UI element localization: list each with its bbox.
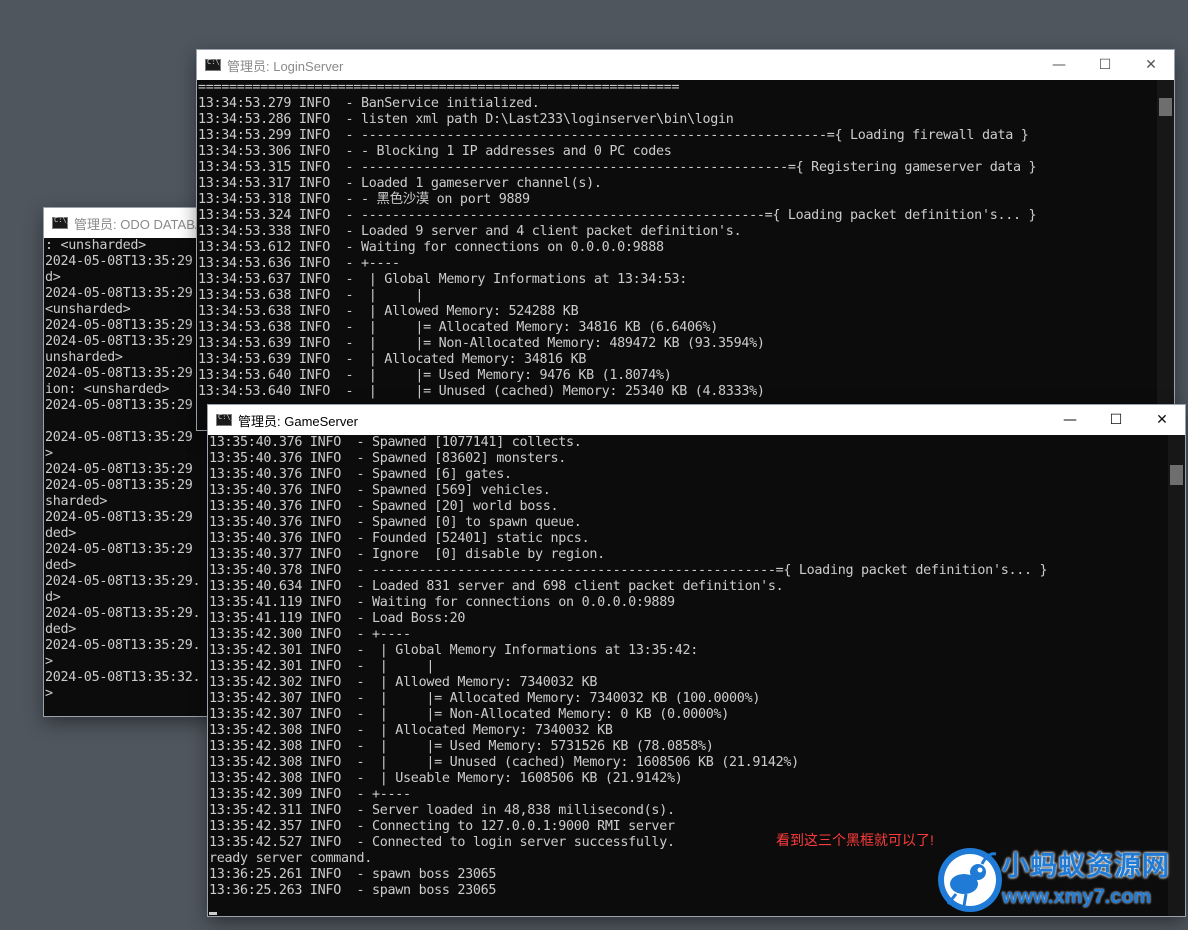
console-line: 13:35:42.311 INFO - Server loaded in 48,… xyxy=(209,803,675,818)
maximize-icon: ☐ xyxy=(1098,57,1112,73)
console-line: 13:34:53.315 INFO - --------------------… xyxy=(198,160,1037,175)
maximize-button[interactable]: ☐ xyxy=(1093,405,1139,435)
console-line: 13:34:53.324 INFO - --------------------… xyxy=(198,208,1037,223)
console-line: 13:35:40.378 INFO - --------------------… xyxy=(209,563,1048,578)
loginserver-window[interactable]: 管理员: LoginServer — ☐ ✕ =================… xyxy=(197,50,1174,430)
console-line: 13:34:53.286 INFO - listen xml path D:\L… xyxy=(198,112,734,127)
console-line: 13:34:53.639 INFO - | |= Non-Allocated M… xyxy=(198,336,765,351)
console-line: 13:34:53.279 INFO - BanService initializ… xyxy=(198,96,540,111)
gameserver-window-title: 管理员: GameServer xyxy=(238,413,358,429)
console-line: 13:34:53.338 INFO - Loaded 9 server and … xyxy=(198,224,742,239)
close-icon: ✕ xyxy=(1145,57,1157,73)
loginserver-scrollbar[interactable] xyxy=(1157,80,1174,430)
console-line: 13:35:40.376 INFO - Spawned [20] world b… xyxy=(209,499,559,514)
ant-logo-icon xyxy=(938,848,1002,912)
console-line: 13:35:42.300 INFO - +---- xyxy=(209,627,411,642)
close-icon: ✕ xyxy=(1156,412,1168,428)
console-line: 13:35:42.301 INFO - | | xyxy=(209,659,435,674)
loginserver-console-output[interactable]: ========================================… xyxy=(197,80,1157,430)
minimize-icon: — xyxy=(1063,412,1077,428)
console-line: 13:35:40.376 INFO - Spawned [0] to spawn… xyxy=(209,515,582,530)
annotation-note: 看到这三个黑框就可以了! xyxy=(776,832,934,848)
console-line: 13:34:53.299 INFO - --------------------… xyxy=(198,128,1029,143)
minimize-icon: — xyxy=(1052,57,1066,73)
console-app-icon xyxy=(205,58,224,71)
console-line: 13:35:42.307 INFO - | |= Allocated Memor… xyxy=(209,691,761,706)
console-line: 13:35:40.376 INFO - Spawned [569] vehicl… xyxy=(209,483,551,498)
odo-window-title: 管理员: ODO DATABA xyxy=(74,216,204,232)
console-line: 13:35:40.377 INFO - Ignore [0] disable b… xyxy=(209,547,605,562)
console-line: 13:34:53.306 INFO - - Blocking 1 IP addr… xyxy=(198,144,672,159)
console-line: 13:35:42.307 INFO - | |= Non-Allocated M… xyxy=(209,707,730,722)
console-line: 13:35:42.308 INFO - | Useable Memory: 16… xyxy=(209,771,683,786)
loginserver-titlebar[interactable]: 管理员: LoginServer — ☐ ✕ xyxy=(197,50,1174,80)
console-line: 13:35:40.376 INFO - Spawned [1077141] co… xyxy=(209,435,582,450)
close-button[interactable]: ✕ xyxy=(1139,405,1185,435)
console-line: ========================================… xyxy=(198,80,680,95)
console-line: 13:34:53.612 INFO - Waiting for connecti… xyxy=(198,240,664,255)
minimize-button[interactable]: — xyxy=(1036,50,1082,80)
console-line: 13:35:42.308 INFO - | Allocated Memory: … xyxy=(209,723,613,738)
console-line: 13:35:40.376 INFO - Spawned [83602] mons… xyxy=(209,451,567,466)
console-line: 13:34:53.636 INFO - +---- xyxy=(198,256,400,271)
close-button[interactable]: ✕ xyxy=(1128,50,1174,80)
console-line: 13:34:53.638 INFO - | Allowed Memory: 52… xyxy=(198,304,579,319)
console-line: 13:35:42.302 INFO - | Allowed Memory: 73… xyxy=(209,675,598,690)
watermark: 小蚂蚁资源网 www.xmy7.com xyxy=(936,844,1186,914)
console-line: 13:35:41.119 INFO - Waiting for connecti… xyxy=(209,595,675,610)
loginserver-window-title: 管理员: LoginServer xyxy=(227,58,344,74)
maximize-button[interactable]: ☐ xyxy=(1082,50,1128,80)
console-line: 13:34:53.638 INFO - | |= Allocated Memor… xyxy=(198,320,719,335)
gameserver-titlebar[interactable]: 管理员: GameServer — ☐ ✕ xyxy=(208,405,1185,435)
console-line: 13:34:53.640 INFO - | |= Unused (cached)… xyxy=(198,384,765,399)
console-app-icon xyxy=(52,216,71,229)
console-line: 13:35:41.119 INFO - Load Boss:20 xyxy=(209,611,466,626)
console-line: 13:35:40.376 INFO - Spawned [6] gates. xyxy=(209,467,512,482)
maximize-icon: ☐ xyxy=(1109,412,1123,428)
scrollbar-thumb[interactable] xyxy=(1170,465,1183,485)
console-line: 13:35:40.634 INFO - Loaded 831 server an… xyxy=(209,579,784,594)
gameserver-window[interactable]: 管理员: GameServer — ☐ ✕ 13:35:40.376 INFO … xyxy=(208,405,1185,916)
watermark-url: www.xmy7.com xyxy=(1002,886,1152,908)
console-line: 13:35:42.301 INFO - | Global Memory Info… xyxy=(209,643,698,658)
text-cursor xyxy=(209,912,217,915)
console-line: 13:34:53.318 INFO - - 黑色沙漠 on port 9889 xyxy=(198,192,530,207)
scrollbar-thumb[interactable] xyxy=(1159,98,1172,116)
console-line: 13:35:42.357 INFO - Connecting to 127.0.… xyxy=(209,819,675,834)
console-line: 13:35:40.376 INFO - Founded [52401] stat… xyxy=(209,531,590,546)
console-line: 13:34:53.639 INFO - | Allocated Memory: … xyxy=(198,352,587,367)
console-line: 13:34:53.317 INFO - Loaded 1 gameserver … xyxy=(198,176,602,191)
console-line: 13:35:42.309 INFO - +---- xyxy=(209,787,411,802)
minimize-button[interactable]: — xyxy=(1047,405,1093,435)
console-line: 13:35:42.308 INFO - | |= Unused (cached)… xyxy=(209,755,799,770)
console-line: 13:34:53.640 INFO - | |= Used Memory: 94… xyxy=(198,368,672,383)
console-line: 13:34:53.638 INFO - | | xyxy=(198,288,424,303)
console-app-icon xyxy=(216,413,235,426)
console-line: 13:35:42.308 INFO - | |= Used Memory: 57… xyxy=(209,739,714,754)
console-line: 13:34:53.637 INFO - | Global Memory Info… xyxy=(198,272,687,287)
watermark-title: 小蚂蚁资源网 xyxy=(1002,851,1170,881)
